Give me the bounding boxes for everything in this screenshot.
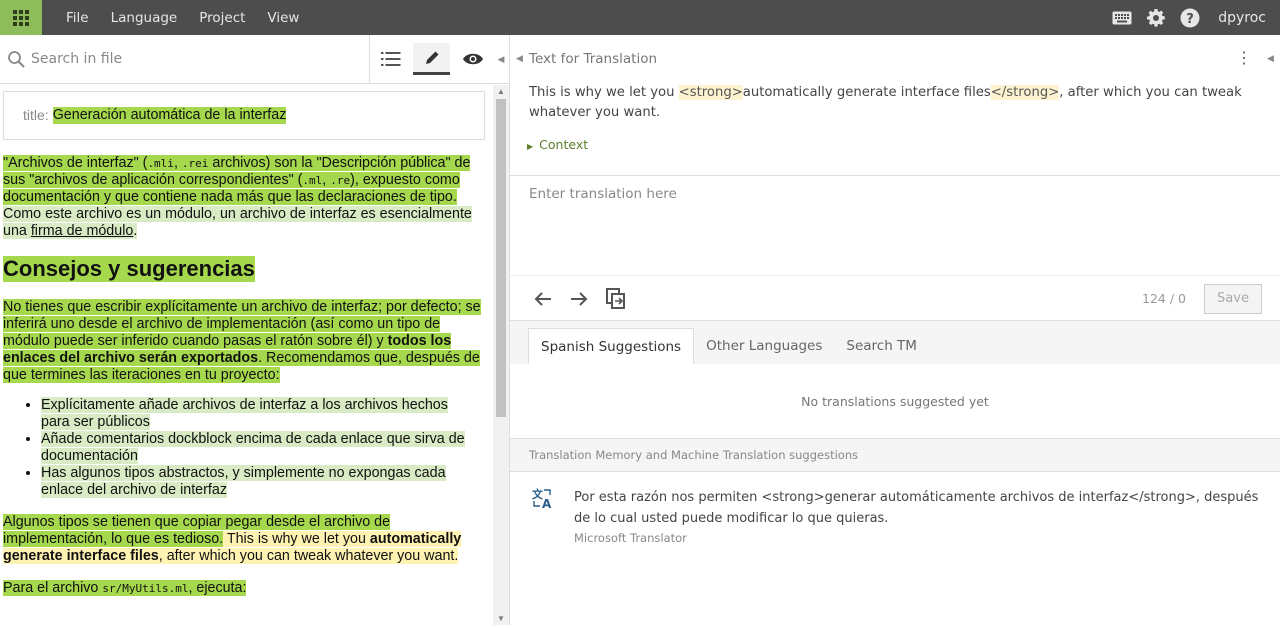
view-mode-tools: ◀ — [369, 34, 509, 84]
expand-left-arrow[interactable]: ◀ — [510, 53, 529, 64]
collapse-left-panel-button[interactable]: ◀ — [493, 35, 509, 84]
title-label: title: — [23, 107, 49, 123]
paragraph-run-command[interactable]: Para el archivo sr/MyUtils.ml, ejecuta: — [3, 580, 481, 597]
scroll-down-arrow[interactable]: ▼ — [497, 614, 505, 623]
tab-search-tm[interactable]: Search TM — [834, 328, 929, 364]
paragraph-copy-types[interactable]: Algunos tipos se tienen que copiar pegar… — [3, 514, 481, 565]
copy-source-icon[interactable] — [606, 287, 626, 310]
translation-editor — [510, 175, 1280, 275]
tips-list: Explícitamente añade archivos de interfa… — [41, 397, 473, 499]
pencil-icon — [425, 51, 438, 64]
keyboard-icon[interactable] — [1112, 11, 1132, 25]
file-search-bar: ◀ — [0, 34, 509, 84]
source-document-panel: ◀ title: Generación automática de la int… — [0, 34, 510, 625]
tm-suggestion[interactable]: 文A Por esta razón nos permiten <strong>g… — [510, 471, 1280, 628]
title-value: Generación automática de la interfaz — [52, 107, 287, 124]
menu-view[interactable]: View — [256, 10, 310, 26]
editor-actions: 124 / 0 Save — [510, 275, 1280, 321]
tab-spanish-suggestions[interactable]: Spanish Suggestions — [528, 328, 695, 364]
paragraph-tips[interactable]: No tienes que escribir explícitamente un… — [3, 299, 481, 384]
list-item[interactable]: Añade comentarios dockblock encima de ca… — [41, 431, 473, 465]
main-menu: File Language Project View — [55, 10, 310, 26]
translate-icon: 文A — [532, 487, 554, 628]
document-preview: title: Generación automática de la inter… — [0, 85, 493, 625]
paragraph-interface-files[interactable]: "Archivos de interfaz" (.mli, .rei archi… — [3, 155, 481, 240]
caret-right-icon: ▶ — [527, 142, 534, 151]
apps-grid-icon — [13, 9, 29, 26]
no-suggestions-message: No translations suggested yet — [510, 364, 1280, 438]
scroll-up-arrow[interactable]: ▲ — [497, 87, 505, 96]
tm-suggestion-source: Microsoft Translator — [574, 531, 687, 545]
list-view-button[interactable] — [372, 43, 409, 75]
gear-icon[interactable] — [1146, 8, 1166, 28]
translation-input[interactable] — [529, 186, 1269, 266]
character-counter: 124 / 0 — [1142, 291, 1186, 306]
list-item[interactable]: Explícitamente añade archivos de interfa… — [41, 397, 473, 431]
tab-other-languages[interactable]: Other Languages — [694, 328, 834, 364]
more-options-icon[interactable]: ⋮ — [1236, 50, 1252, 66]
top-bar: File Language Project View ? dpyroc — [0, 0, 1280, 35]
preview-view-button[interactable] — [454, 43, 491, 75]
translation-panel: ◀ Text for Translation ⋮ ◀ This is why w… — [510, 35, 1280, 628]
section-heading[interactable]: Consejos y sugerencias — [3, 256, 255, 282]
source-string: This is why we let you <strong>automatic… — [529, 85, 1242, 120]
list-item[interactable]: Has algunos tipos abstractos, y simpleme… — [41, 465, 473, 499]
list-icon — [380, 52, 400, 66]
context-toggle[interactable]: ▶ Context — [527, 137, 1280, 152]
edit-view-button[interactable] — [413, 43, 450, 75]
scroll-thumb[interactable] — [496, 99, 506, 417]
svg-text:?: ? — [1186, 12, 1194, 27]
collapse-right-arrow[interactable]: ◀ — [1261, 53, 1280, 64]
suggestions-panel: Spanish Suggestions Other Languages Sear… — [510, 320, 1280, 628]
document-scrollbar[interactable]: ▲ ▼ — [493, 85, 509, 625]
arrow-right-icon[interactable] — [570, 291, 588, 307]
save-button[interactable]: Save — [1204, 283, 1262, 314]
user-name[interactable]: dpyroc — [1218, 10, 1266, 26]
search-input[interactable] — [31, 51, 361, 67]
search-icon — [8, 50, 25, 68]
apps-grid-button[interactable] — [0, 0, 42, 35]
tm-suggestion-text: Por esta razón nos permiten <strong>gene… — [574, 490, 1259, 526]
menu-language[interactable]: Language — [100, 10, 189, 26]
svg-text:A: A — [542, 497, 552, 509]
tm-heading: Translation Memory and Machine Translati… — [510, 438, 1280, 471]
menu-file[interactable]: File — [55, 10, 100, 26]
module-signature-link[interactable]: firma de módulo — [31, 223, 134, 239]
arrow-left-icon[interactable] — [534, 291, 552, 307]
source-title: Text for Translation — [529, 50, 658, 67]
title-field[interactable]: title: Generación automática de la inter… — [3, 91, 485, 140]
menu-project[interactable]: Project — [188, 10, 256, 26]
help-icon[interactable]: ? — [1180, 8, 1200, 28]
eye-icon — [462, 53, 483, 65]
suggestion-tabs: Spanish Suggestions Other Languages Sear… — [510, 321, 1280, 364]
source-header: ◀ Text for Translation ⋮ ◀ — [510, 35, 1280, 83]
html-tag-close[interactable]: </strong> — [990, 85, 1060, 100]
html-tag-open[interactable]: <strong> — [678, 85, 743, 100]
